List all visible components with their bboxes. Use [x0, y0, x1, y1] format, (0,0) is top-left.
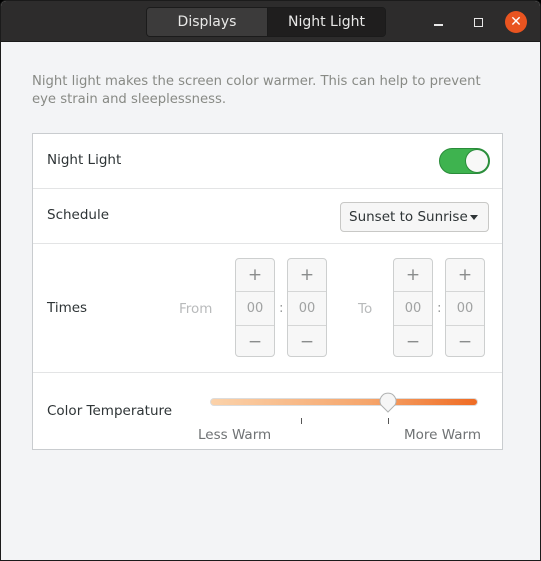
times-label: Times — [47, 300, 88, 316]
color-temperature-label: Color Temperature — [47, 403, 173, 419]
from-hours-increment-button[interactable]: + — [236, 259, 274, 292]
color-temperature-row: Color Temperature Less Warm More Warm — [33, 373, 502, 450]
from-minutes-spinner: + 00 − — [287, 258, 327, 357]
title-bar: Displays Night Light ✕ — [1, 1, 540, 42]
to-label: To — [358, 301, 373, 317]
to-minutes-spinner: + 00 − — [445, 258, 485, 357]
to-minutes-value[interactable]: 00 — [446, 292, 484, 325]
schedule-dropdown[interactable]: Sunset to Sunrise — [340, 202, 489, 232]
to-hours-value[interactable]: 00 — [394, 292, 432, 325]
schedule-row: Schedule Sunset to Sunrise — [33, 189, 502, 244]
from-minutes-increment-button[interactable]: + — [288, 259, 326, 292]
tab-displays[interactable]: Displays — [147, 8, 268, 36]
from-minutes-decrement-button[interactable]: − — [288, 325, 326, 356]
to-minutes-decrement-button[interactable]: − — [446, 325, 484, 356]
slider-mark-tick — [301, 418, 303, 424]
stack-switcher: Displays Night Light — [146, 7, 386, 37]
night-light-settings-window: Displays Night Light ✕ Night light makes… — [0, 0, 541, 561]
night-light-switch[interactable] — [439, 148, 490, 174]
from-minutes-value[interactable]: 00 — [288, 292, 326, 325]
dropdown-arrow-icon — [470, 215, 478, 220]
to-minutes-increment-button[interactable]: + — [446, 259, 484, 292]
to-hours-decrement-button[interactable]: − — [394, 325, 432, 356]
maximize-icon — [473, 17, 483, 27]
to-time-separator: : — [437, 300, 442, 316]
tab-night-light[interactable]: Night Light — [268, 8, 385, 36]
settings-list: Night Light Schedule Sunset to Sunrise T… — [32, 133, 503, 450]
slider-trough — [210, 398, 478, 406]
maximize-button[interactable] — [466, 10, 490, 34]
from-time-separator: : — [279, 300, 284, 316]
schedule-selected-value: Sunset to Sunrise — [349, 209, 468, 225]
minimize-button[interactable] — [426, 10, 450, 34]
to-hours-increment-button[interactable]: + — [394, 259, 432, 292]
to-hours-spinner: + 00 − — [393, 258, 433, 357]
slider-value-tick — [388, 418, 390, 424]
less-warm-label: Less Warm — [198, 427, 272, 443]
night-light-row: Night Light — [33, 134, 502, 189]
from-hours-value[interactable]: 00 — [236, 292, 274, 325]
minimize-icon — [433, 24, 443, 26]
schedule-label: Schedule — [47, 207, 110, 223]
from-hours-decrement-button[interactable]: − — [236, 325, 274, 356]
color-temperature-slider[interactable] — [210, 392, 478, 413]
switch-knob — [466, 150, 488, 172]
times-row: Times From + 00 − : + 00 − To + 00 − : + — [33, 244, 502, 373]
description-text: Night light makes the screen color warme… — [32, 74, 481, 107]
night-light-label: Night Light — [47, 152, 122, 168]
close-button[interactable]: ✕ — [505, 11, 527, 33]
more-warm-label: More Warm — [404, 427, 481, 443]
from-label: From — [179, 301, 213, 317]
from-hours-spinner: + 00 − — [235, 258, 275, 357]
close-icon: ✕ — [510, 14, 522, 30]
slider-knob[interactable] — [377, 391, 399, 413]
